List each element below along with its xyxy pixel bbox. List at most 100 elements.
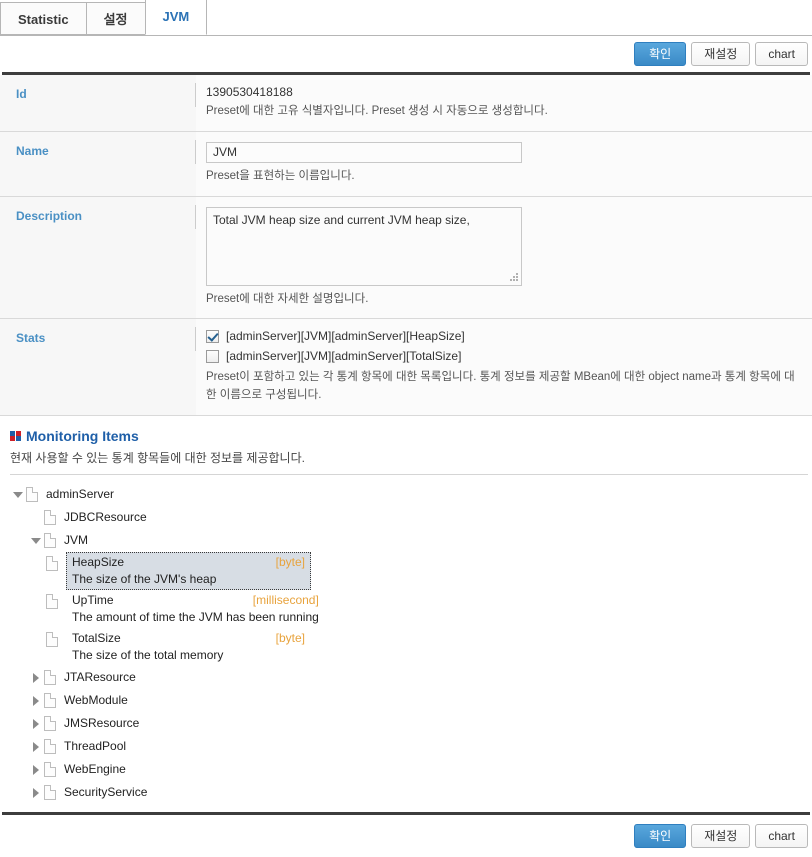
monitoring-tree: adminServer JDBCResource JVM HeapSize [b… <box>10 475 812 808</box>
file-icon-totalsize <box>46 632 58 648</box>
confirm-button-top[interactable]: 확인 <box>634 42 687 66</box>
leaf-body-heapsize[interactable]: HeapSize [byte] The size of the JVM's he… <box>66 552 311 591</box>
leaf-desc-uptime: The amount of time the JVM has been runn… <box>72 610 319 625</box>
file-icon-adminserver <box>26 487 38 503</box>
monitoring-items-title: Monitoring Items <box>26 428 139 445</box>
chart-button-bottom[interactable]: chart <box>755 824 808 849</box>
leaf-unit-totalsize: [byte] <box>275 631 305 646</box>
leaf-body-totalsize[interactable]: TotalSize [byte] The size of the total m… <box>66 628 311 666</box>
checkbox-totalsize[interactable] <box>206 349 219 363</box>
tab-statistic[interactable]: Statistic <box>0 2 87 35</box>
tree-row-jvm[interactable]: JVM <box>28 529 812 552</box>
value-description: Preset에 대한 자세한 설명입니다. <box>196 196 812 320</box>
reset-button-bottom[interactable]: 재설정 <box>691 824 751 849</box>
label-stats: Stats <box>0 318 196 417</box>
id-hint: Preset에 대한 고유 식별자입니다. Preset 생성 시 자동으로 생… <box>206 105 548 117</box>
checkbox-heapsize[interactable] <box>206 329 219 343</box>
tree-row-adminserver[interactable]: adminServer <box>10 483 812 506</box>
label-id: Id <box>0 75 196 132</box>
chevron-right-icon-securityservice[interactable] <box>28 781 44 804</box>
tree-row-jtaresource[interactable]: JTAResource <box>28 666 812 689</box>
leaf-unit-uptime: [millisecond] <box>252 593 319 608</box>
form-row-name: Name Preset을 표현하는 이름입니다. <box>0 131 812 197</box>
leaf-desc-heapsize: The size of the JVM's heap <box>72 572 217 587</box>
bottom-toolbar: 확인 재설정 chart <box>0 815 812 857</box>
tree-row-webengine[interactable]: WebEngine <box>28 758 812 781</box>
tree-row-webmodule[interactable]: WebModule <box>28 689 812 712</box>
chevron-down-icon-jvm[interactable] <box>28 529 44 552</box>
tree-label-jtaresource[interactable]: JTAResource <box>64 666 136 688</box>
tree-label-webengine[interactable]: WebEngine <box>64 758 126 780</box>
tree-row-threadpool[interactable]: ThreadPool <box>28 735 812 758</box>
description-textarea[interactable] <box>206 206 522 286</box>
chevron-right-icon-threadpool[interactable] <box>28 735 44 758</box>
file-icon-webmodule <box>44 693 56 709</box>
tree-row-securityservice[interactable]: SecurityService <box>28 781 812 804</box>
tree-row-jdbcresource[interactable]: JDBCResource <box>28 506 812 529</box>
file-icon-jtaresource <box>44 670 56 686</box>
leaf-desc-totalsize: The size of the total memory <box>72 648 224 663</box>
tab-bar: Statistic 설정 JVM <box>0 0 812 36</box>
leaf-name-totalsize: TotalSize <box>72 631 121 646</box>
tree-label-threadpool[interactable]: ThreadPool <box>64 735 126 757</box>
form-row-stats: Stats [adminServer][JVM][adminServer][He… <box>0 318 812 417</box>
value-id: 1390530418188 Preset에 대한 고유 식별자입니다. Pres… <box>196 75 812 132</box>
file-icon-uptime <box>46 594 58 610</box>
chevron-right-icon-webengine[interactable] <box>28 758 44 781</box>
tab-jvm[interactable]: JVM <box>144 0 208 35</box>
tree-children-jvm: HeapSize [byte] The size of the JVM's he… <box>28 552 812 666</box>
monitoring-items-section: Monitoring Items 현재 사용할 수 있는 통계 항목들에 대한 … <box>0 416 812 812</box>
chevron-down-icon-adminserver[interactable] <box>10 483 26 506</box>
stats-hint: Preset이 포함하고 있는 각 통계 항목에 대한 목록입니다. 통계 정보… <box>206 371 795 402</box>
form-row-id: Id 1390530418188 Preset에 대한 고유 식별자입니다. P… <box>0 75 812 132</box>
confirm-button-bottom[interactable]: 확인 <box>634 824 687 849</box>
tree-label-securityservice[interactable]: SecurityService <box>64 781 147 803</box>
tree-label-jmsresource[interactable]: JMSResource <box>64 712 139 734</box>
preset-form: Id 1390530418188 Preset에 대한 고유 식별자입니다. P… <box>0 75 812 417</box>
id-value: 1390530418188 <box>206 85 293 99</box>
stat-checkbox-row-heapsize[interactable]: [adminServer][JVM][adminServer][HeapSize… <box>206 329 800 343</box>
form-row-description: Description Preset에 대한 자세한 설명입니다. <box>0 196 812 320</box>
label-name: Name <box>0 131 196 197</box>
tree-leaf-totalsize[interactable]: TotalSize [byte] The size of the total m… <box>46 628 812 666</box>
tree-label-adminserver[interactable]: adminServer <box>46 483 114 505</box>
tree-node-adminserver: adminServer JDBCResource JVM HeapSize [b… <box>10 483 812 804</box>
chevron-right-icon-jmsresource[interactable] <box>28 712 44 735</box>
file-icon-heapsize <box>46 556 58 572</box>
value-name: Preset을 표현하는 이름입니다. <box>196 131 812 197</box>
description-wrapper <box>206 206 522 286</box>
file-icon-jdbcresource <box>44 510 56 526</box>
leaf-name-heapsize: HeapSize <box>72 555 125 570</box>
tree-label-webmodule[interactable]: WebModule <box>64 689 128 711</box>
chart-button-top[interactable]: chart <box>755 42 808 66</box>
file-icon-securityservice <box>44 785 56 801</box>
leaf-line-uptime: UpTime [millisecond] <box>72 591 319 609</box>
file-icon-webengine <box>44 762 56 778</box>
tree-label-jdbcresource[interactable]: JDBCResource <box>64 506 147 528</box>
name-input[interactable] <box>206 141 522 163</box>
label-description: Description <box>0 196 196 320</box>
checkbox-label-heapsize: [adminServer][JVM][adminServer][HeapSize… <box>226 329 465 344</box>
file-icon-jvm <box>44 533 56 549</box>
squares-icon <box>10 431 21 442</box>
reset-button-top[interactable]: 재설정 <box>691 42 751 66</box>
stat-checkbox-row-totalsize[interactable]: [adminServer][JVM][adminServer][TotalSiz… <box>206 349 800 363</box>
file-icon-threadpool <box>44 739 56 755</box>
tree-leaf-heapsize[interactable]: HeapSize [byte] The size of the JVM's he… <box>46 552 812 591</box>
top-toolbar: 확인 재설정 chart <box>0 36 812 72</box>
chevron-right-icon-webmodule[interactable] <box>28 689 44 712</box>
leaf-body-uptime[interactable]: UpTime [millisecond] The amount of time … <box>66 590 325 628</box>
description-hint: Preset에 대한 자세한 설명입니다. <box>206 292 369 305</box>
tree-label-jvm[interactable]: JVM <box>64 529 88 551</box>
tab-settings[interactable]: 설정 <box>85 2 146 35</box>
leaf-line-heapsize: HeapSize [byte] <box>72 553 305 571</box>
tree-row-jmsresource[interactable]: JMSResource <box>28 712 812 735</box>
leaf-line-totalsize: TotalSize [byte] <box>72 629 305 647</box>
checkbox-label-totalsize: [adminServer][JVM][adminServer][TotalSiz… <box>226 349 462 364</box>
chevron-right-icon-jtaresource[interactable] <box>28 666 44 689</box>
value-stats: [adminServer][JVM][adminServer][HeapSize… <box>196 318 812 417</box>
leaf-unit-heapsize: [byte] <box>275 555 305 570</box>
monitoring-items-subtitle: 현재 사용할 수 있는 통계 항목들에 대한 정보를 제공합니다. <box>10 449 808 476</box>
name-hint: Preset을 표현하는 이름입니다. <box>206 169 355 182</box>
tree-leaf-uptime[interactable]: UpTime [millisecond] The amount of time … <box>46 590 812 628</box>
